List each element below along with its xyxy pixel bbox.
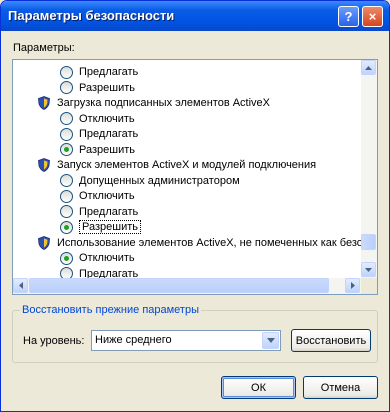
horizontal-scroll-thumb[interactable] xyxy=(29,278,329,293)
chevron-down-icon xyxy=(266,338,275,343)
scroll-right-button[interactable] xyxy=(345,278,360,293)
settings-label: Параметры: xyxy=(13,42,75,54)
setting-option[interactable]: Разрешить xyxy=(60,142,135,158)
settings-category: Использование элементов ActiveX, не поме… xyxy=(38,235,363,251)
shield-settings-icon xyxy=(38,158,50,172)
setting-option[interactable]: Разрешить xyxy=(60,80,135,96)
settings-tree[interactable]: Предлагать Разрешить Загрузка подписанных … xyxy=(12,59,378,295)
radio-checked-icon[interactable] xyxy=(60,251,73,265)
restore-button-label: Восстановить xyxy=(295,334,367,347)
radio-unchecked-icon[interactable] xyxy=(60,127,73,141)
setting-option[interactable]: Предлагать xyxy=(60,126,138,142)
vertical-scrollbar[interactable] xyxy=(361,60,377,278)
cancel-button-label: Отмена xyxy=(320,381,361,394)
option-label: Разрешить xyxy=(79,220,141,234)
arrow-left-icon xyxy=(18,282,23,289)
radio-unchecked-icon[interactable] xyxy=(60,189,73,203)
close-icon: × xyxy=(368,9,377,24)
level-select-value: Ниже среднего xyxy=(95,334,172,346)
scroll-up-button[interactable] xyxy=(361,60,376,75)
ok-button[interactable]: ОК xyxy=(221,376,296,399)
level-label: На уровень: xyxy=(23,335,85,347)
shield-settings-icon xyxy=(38,235,50,250)
ok-button-label: ОК xyxy=(251,381,266,394)
option-label: Разрешить xyxy=(79,81,135,94)
radio-unchecked-icon[interactable] xyxy=(60,174,73,187)
category-label: Использование элементов ActiveX, не поме… xyxy=(57,236,363,249)
arrow-down-icon xyxy=(365,267,372,272)
radio-unchecked-icon[interactable] xyxy=(60,65,73,79)
level-dropdown-button[interactable] xyxy=(262,332,279,349)
option-label: Отключить xyxy=(79,190,135,202)
help-icon: ? xyxy=(344,9,353,24)
setting-option[interactable]: Отключить xyxy=(60,250,135,266)
arrow-up-icon xyxy=(365,65,372,70)
setting-option[interactable]: Предлагать xyxy=(60,64,138,80)
shield-settings-icon xyxy=(38,96,50,110)
setting-option[interactable]: Разрешить xyxy=(60,219,141,235)
window-title: Параметры безопасности xyxy=(8,8,175,23)
option-label: Разрешить xyxy=(79,143,135,156)
radio-unchecked-icon[interactable] xyxy=(60,205,73,218)
option-label: Отключить xyxy=(79,112,135,125)
cancel-button[interactable]: Отмена xyxy=(303,376,378,399)
level-select[interactable]: Ниже среднего xyxy=(91,330,281,351)
security-settings-dialog: Параметры безопасности ? × Параметры: Пр… xyxy=(0,0,390,412)
restore-button[interactable]: Восстановить xyxy=(291,329,371,352)
option-label: Предлагать xyxy=(79,66,139,78)
help-button[interactable]: ? xyxy=(338,6,359,27)
option-label: Предлагать xyxy=(79,128,139,140)
settings-category: Запуск элементов ActiveX и модулей подкл… xyxy=(38,157,316,173)
scroll-down-button[interactable] xyxy=(361,262,376,277)
radio-unchecked-icon[interactable] xyxy=(60,112,73,125)
close-button[interactable]: × xyxy=(362,6,383,27)
setting-option[interactable]: Отключить xyxy=(60,188,135,204)
setting-option[interactable]: Предлагать xyxy=(60,204,138,220)
setting-option[interactable]: Допущенных администратором xyxy=(60,173,240,189)
arrow-right-icon xyxy=(350,282,355,289)
reset-group: Восстановить прежние параметры На уровен… xyxy=(12,304,378,363)
radio-unchecked-icon[interactable] xyxy=(60,81,73,94)
category-label: Запуск элементов ActiveX и модулей подкл… xyxy=(57,159,317,171)
setting-option[interactable]: Отключить xyxy=(60,111,135,127)
option-label: Предлагать xyxy=(79,205,139,218)
scroll-left-button[interactable] xyxy=(13,278,28,293)
category-label: Загрузка подписанных элементов ActiveX xyxy=(57,97,271,109)
horizontal-scrollbar[interactable] xyxy=(13,278,361,294)
reset-group-title: Восстановить прежние параметры xyxy=(20,304,201,316)
vertical-scroll-thumb[interactable] xyxy=(361,234,376,250)
radio-checked-icon[interactable] xyxy=(60,143,73,156)
settings-category: Загрузка подписанных элементов ActiveX xyxy=(38,95,270,111)
radio-checked-icon[interactable] xyxy=(60,220,73,234)
scrollbar-corner xyxy=(361,278,377,294)
option-label: Допущенных администратором xyxy=(79,174,240,187)
title-bar[interactable]: Параметры безопасности ? × xyxy=(1,1,389,31)
option-label: Отключить xyxy=(79,252,135,264)
